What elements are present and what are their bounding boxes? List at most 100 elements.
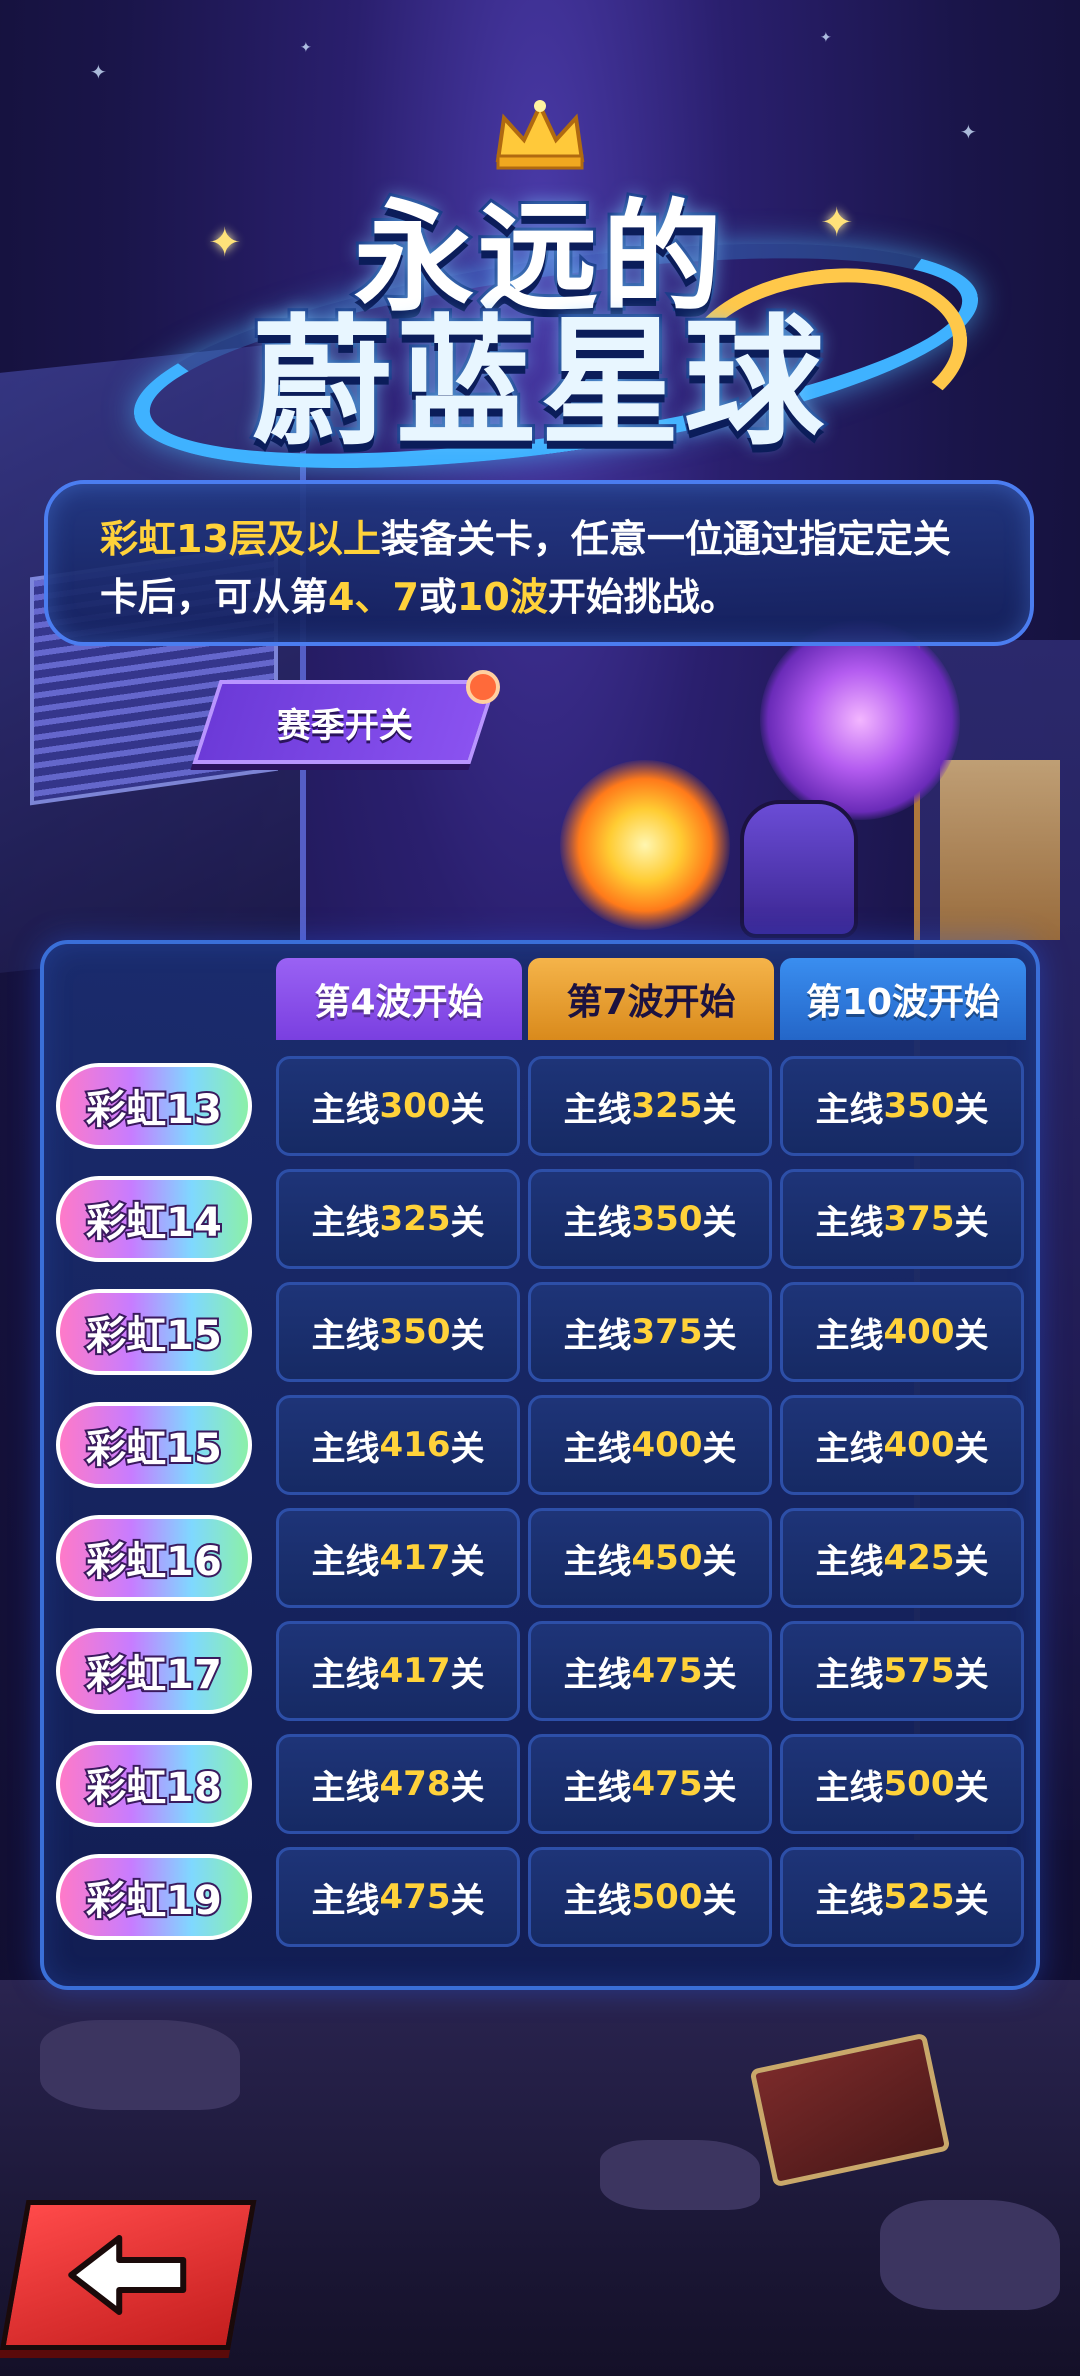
row-label: 彩虹13 xyxy=(56,1063,252,1149)
cell-suffix: 关 xyxy=(954,1202,989,1243)
row-label: 彩虹15 xyxy=(56,1402,252,1488)
cell-suffix: 关 xyxy=(702,1541,737,1582)
title-line2: 蔚蓝星球 xyxy=(249,299,828,468)
arrow-left-icon xyxy=(68,2235,187,2315)
table-cell: 主线 375 关 xyxy=(528,1282,772,1382)
cell-prefix: 主线 xyxy=(563,1541,632,1582)
star-icon: ✦ xyxy=(300,40,312,56)
wave-table-panel: 第4波开始 第7波开始 第10波开始 彩虹13 主线 300 关主线 325 关主线 350… xyxy=(40,940,1040,1990)
row-label: 彩虹19 xyxy=(56,1854,252,1940)
table-cell: 主线 325 关 xyxy=(276,1169,520,1269)
cell-suffix: 关 xyxy=(702,1428,737,1469)
cell-level-number: 350 xyxy=(379,1312,451,1352)
cell-suffix: 关 xyxy=(702,1089,737,1130)
cell-suffix: 关 xyxy=(702,1654,737,1695)
row-label: 彩虹14 xyxy=(56,1176,252,1262)
cell-prefix: 主线 xyxy=(815,1880,884,1921)
cell-suffix: 关 xyxy=(450,1541,485,1582)
cell-level-number: 350 xyxy=(883,1086,955,1126)
table-cell: 主线 475 关 xyxy=(528,1621,772,1721)
cell-prefix: 主线 xyxy=(815,1428,884,1469)
cell-level-number: 475 xyxy=(631,1764,703,1804)
table-cell: 主线 375 关 xyxy=(780,1169,1024,1269)
info-highlight: 10波 xyxy=(456,575,548,619)
cell-suffix: 关 xyxy=(450,1767,485,1808)
season-toggle-button[interactable]: 赛季开关 xyxy=(192,680,498,764)
table-cell: 主线 425 关 xyxy=(780,1508,1024,1608)
cell-prefix: 主线 xyxy=(311,1767,380,1808)
cell-prefix: 主线 xyxy=(563,1880,632,1921)
table-cell: 主线 400 关 xyxy=(528,1395,772,1495)
cell-prefix: 主线 xyxy=(815,1202,884,1243)
cell-suffix: 关 xyxy=(450,1315,485,1356)
cell-prefix: 主线 xyxy=(311,1089,380,1130)
cell-level-number: 450 xyxy=(631,1538,703,1578)
table-cell: 主线 500 关 xyxy=(780,1734,1024,1834)
star-icon: ✦ xyxy=(90,60,107,84)
rubble-rock xyxy=(600,2140,760,2210)
table-cell: 主线 400 关 xyxy=(780,1282,1024,1382)
cell-prefix: 主线 xyxy=(815,1654,884,1695)
cell-suffix: 关 xyxy=(954,1315,989,1356)
cell-suffix: 关 xyxy=(702,1202,737,1243)
table-cell: 主线 475 关 xyxy=(528,1734,772,1834)
cell-prefix: 主线 xyxy=(311,1428,380,1469)
cell-prefix: 主线 xyxy=(563,1767,632,1808)
cell-suffix: 关 xyxy=(450,1428,485,1469)
cell-level-number: 417 xyxy=(379,1538,451,1578)
table-cell: 主线 350 关 xyxy=(780,1056,1024,1156)
table-cell: 主线 350 关 xyxy=(276,1282,520,1382)
cell-prefix: 主线 xyxy=(815,1089,884,1130)
column-header-wave-7: 第7波开始 xyxy=(528,958,774,1040)
cell-suffix: 关 xyxy=(954,1654,989,1695)
rubble-rock xyxy=(880,2200,1060,2310)
cell-level-number: 400 xyxy=(631,1425,703,1465)
rubble-rock xyxy=(40,2020,240,2110)
cell-level-number: 350 xyxy=(631,1199,703,1239)
explosion-effect xyxy=(560,760,730,930)
cell-prefix: 主线 xyxy=(311,1202,380,1243)
cell-level-number: 375 xyxy=(631,1312,703,1352)
cell-level-number: 475 xyxy=(631,1651,703,1691)
table-cell: 主线 450 关 xyxy=(528,1508,772,1608)
cell-prefix: 主线 xyxy=(563,1654,632,1695)
cell-level-number: 575 xyxy=(883,1651,955,1691)
table-cell: 主线 350 关 xyxy=(528,1169,772,1269)
info-text: 开始挑战。 xyxy=(547,575,738,619)
cell-prefix: 主线 xyxy=(311,1315,380,1356)
cell-prefix: 主线 xyxy=(563,1089,632,1130)
table-cell: 主线 500 关 xyxy=(528,1847,772,1947)
cell-prefix: 主线 xyxy=(311,1541,380,1582)
cell-suffix: 关 xyxy=(450,1880,485,1921)
game-screen: ✦ ✦ ✦ ✦ ✦ ✦ 永远的 蔚蓝星球 彩虹13层及以上装备关卡，任意一位通过… xyxy=(0,0,1080,2376)
table-cell: 主线 400 关 xyxy=(780,1395,1024,1495)
hero-character xyxy=(740,800,858,938)
star-icon: ✦ xyxy=(820,30,832,46)
cell-prefix: 主线 xyxy=(563,1315,632,1356)
cell-level-number: 425 xyxy=(883,1538,955,1578)
cell-level-number: 325 xyxy=(631,1086,703,1126)
cell-prefix: 主线 xyxy=(815,1315,884,1356)
cell-level-number: 400 xyxy=(883,1312,955,1352)
cell-suffix: 关 xyxy=(702,1880,737,1921)
background-window xyxy=(940,760,1060,940)
cell-level-number: 478 xyxy=(379,1764,451,1804)
row-label: 彩虹16 xyxy=(56,1515,252,1601)
star-icon: ✦ xyxy=(960,120,977,144)
table-cell: 主线 525 关 xyxy=(780,1847,1024,1947)
column-header-wave-10: 第10波开始 xyxy=(780,958,1026,1040)
notification-dot xyxy=(466,670,500,704)
cell-prefix: 主线 xyxy=(815,1767,884,1808)
cell-suffix: 关 xyxy=(450,1202,485,1243)
table-cell: 主线 417 关 xyxy=(276,1621,520,1721)
cell-suffix: 关 xyxy=(954,1880,989,1921)
back-button[interactable] xyxy=(0,2200,257,2350)
cell-level-number: 525 xyxy=(883,1877,955,1917)
cell-suffix: 关 xyxy=(954,1428,989,1469)
cell-prefix: 主线 xyxy=(563,1202,632,1243)
game-logo: ✦ ✦ 永远的 蔚蓝星球 xyxy=(120,100,992,511)
cell-level-number: 500 xyxy=(631,1877,703,1917)
cell-suffix: 关 xyxy=(954,1089,989,1130)
cell-prefix: 主线 xyxy=(815,1541,884,1582)
cell-level-number: 300 xyxy=(379,1086,451,1126)
